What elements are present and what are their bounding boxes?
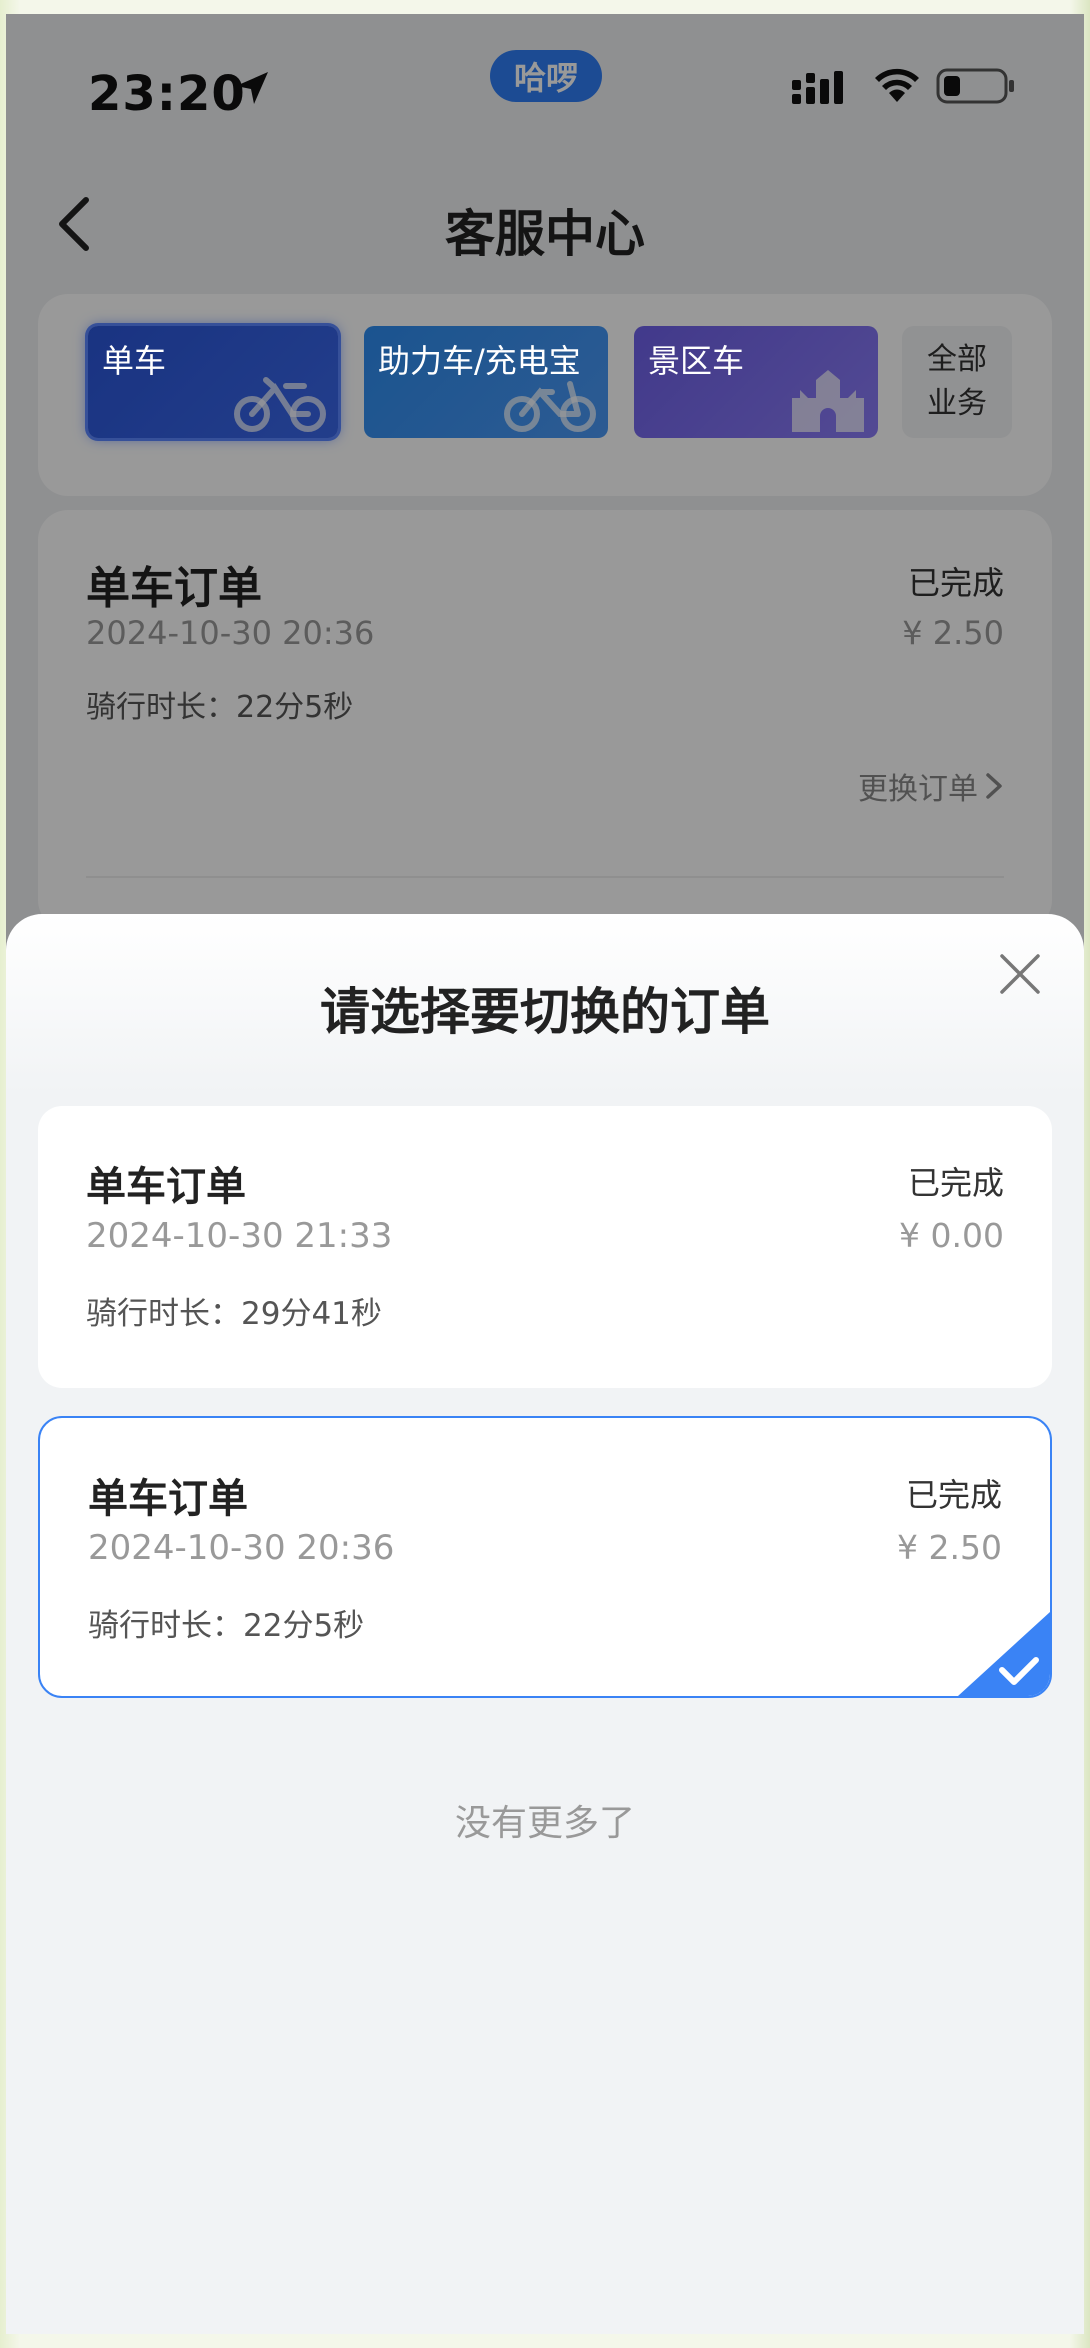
order-switch-sheet: 请选择要切换的订单 单车订单 已完成 2024-10-30 21:33 ¥ 0.… [6,914,1084,2334]
phone-screen: 23:20 哈啰 客服中心 单车 助力车/充电宝 景区车 全部 业务 单车订单 … [6,14,1084,2334]
selected-check-icon [958,1612,1050,1696]
sheet-title: 请选择要切换的订单 [320,983,770,1041]
tab-scenic-label: 景区车 [648,342,745,380]
tab-ebike-label: 助力车/充电宝 [378,342,581,380]
order-duration: 骑行时长：22分5秒 [88,1608,365,1644]
order-status: 已完成 [905,1476,1002,1514]
order-title: 单车订单 [86,1164,246,1210]
order-title: 单车订单 [88,1476,248,1522]
close-icon[interactable] [996,950,1044,998]
tab-bike-label: 单车 [102,342,167,380]
order-date: 2024-10-30 20:36 [88,1528,395,1568]
order-price: ¥ 0.00 [899,1216,1004,1255]
no-more-text: 没有更多了 [454,1803,635,1844]
order-date: 2024-10-30 21:33 [86,1216,393,1256]
order-price: ¥ 2.50 [897,1528,1002,1567]
order-status: 已完成 [907,1164,1004,1202]
order-duration: 骑行时长：29分41秒 [86,1296,382,1332]
order-option-card[interactable]: 单车订单 已完成 2024-10-30 21:33 ¥ 0.00 骑行时长：29… [38,1106,1052,1388]
order-option-card-selected[interactable]: 单车订单 已完成 2024-10-30 20:36 ¥ 2.50 骑行时长：22… [38,1416,1052,1698]
